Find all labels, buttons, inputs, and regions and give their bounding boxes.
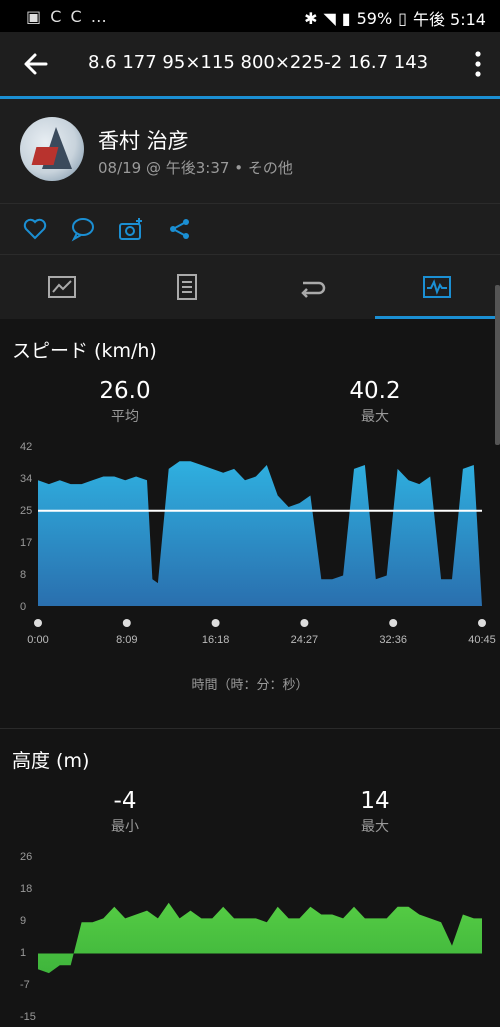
elevation-chart: 26 18 9 1 -7 -15: [20, 851, 482, 1023]
speed-max-value: 40.2: [349, 378, 401, 404]
speed-chart: 42 34 25 17 8 0 0:00 8:09 16:18 24:27 32:36 40:45: [20, 441, 496, 646]
battery-icon: ▯: [398, 8, 407, 28]
signal-icon: ▮: [341, 8, 351, 28]
y-tick-label: -15: [20, 1011, 36, 1023]
speed-max: 40.2 最大: [305, 378, 445, 426]
tab-stats[interactable]: [0, 255, 125, 319]
comment-icon[interactable]: [70, 216, 96, 242]
more-options-icon[interactable]: [474, 50, 482, 78]
x-tick-label: 24:27: [291, 634, 319, 646]
x-tick-marker: [300, 619, 309, 627]
elevation-max: 14 最大: [305, 788, 445, 836]
x-tick-marker: [34, 619, 42, 627]
y-tick-label: 1: [20, 947, 26, 959]
tab-details[interactable]: [125, 255, 250, 319]
document-icon: [177, 274, 197, 300]
speed-average: 26.0 平均: [55, 378, 195, 426]
tab-charts[interactable]: [375, 255, 500, 319]
notification-icons: ▣ C C …: [26, 7, 109, 26]
battery-percent: 59%: [356, 8, 393, 28]
share-icon[interactable]: [167, 216, 193, 242]
speed-xaxis-label: 時間（時：分：秒）: [191, 678, 309, 693]
back-arrow-icon[interactable]: [20, 48, 52, 80]
avatar[interactable]: [20, 117, 84, 181]
activity-meta: 08/19 @ 午後3:37 • その他: [98, 159, 293, 177]
stats-icon: [48, 276, 76, 298]
y-tick-label: 34: [20, 473, 32, 485]
y-tick-label: 18: [20, 883, 32, 895]
chart-series-area: [38, 461, 482, 606]
speed-average-value: 26.0: [99, 378, 151, 404]
y-tick-label: -7: [20, 979, 30, 991]
status-bar: ▣ C C … ✱ ◥ ▮ 59% ▯ 午後 5:14: [0, 0, 500, 32]
view-tabs: [0, 255, 500, 319]
x-tick-label: 32:36: [379, 634, 407, 646]
elevation-title: 高度 (m): [12, 750, 90, 772]
y-tick-label: 8: [20, 569, 26, 581]
bluetooth-icon: ✱: [304, 8, 318, 28]
elevation-min-value: -4: [113, 788, 137, 814]
speed-max-label: 最大: [361, 409, 389, 425]
chart-series-area: [38, 902, 482, 974]
elevation-min-label: 最小: [111, 819, 139, 835]
chart-icon: [423, 276, 451, 298]
y-tick-label: 9: [20, 915, 26, 927]
x-tick-label: 8:09: [116, 634, 137, 646]
y-tick-label: 17: [20, 537, 32, 549]
speed-average-label: 平均: [111, 409, 139, 425]
x-tick-marker: [478, 619, 486, 627]
clock: 午後 5:14: [412, 10, 486, 29]
x-tick-marker: [389, 619, 398, 627]
x-tick-marker: [211, 619, 220, 627]
add-photo-icon[interactable]: [118, 216, 144, 242]
elevation-max-label: 最大: [361, 819, 389, 835]
elevation-max-value: 14: [360, 788, 390, 814]
activity-title: 8.6 177 95×115 800×225-2 16.7 143: [88, 52, 429, 73]
laps-icon: [301, 281, 326, 298]
y-tick-label: 0: [20, 601, 26, 613]
profile-header: 香村 治彦 08/19 @ 午後3:37 • その他: [0, 99, 500, 204]
action-row: [0, 204, 500, 255]
x-tick-label: 0:00: [27, 634, 48, 646]
wifi-icon: ◥: [323, 8, 336, 28]
section-divider: [0, 728, 500, 729]
scrollbar[interactable]: [495, 285, 500, 445]
app-bar: 8.6 177 95×115 800×225-2 16.7 143: [0, 32, 500, 96]
y-tick-label: 25: [20, 505, 32, 517]
active-tab-indicator: [375, 316, 500, 319]
y-tick-label: 42: [20, 441, 32, 453]
x-tick-label: 16:18: [202, 634, 230, 646]
elevation-min: -4 最小: [55, 788, 195, 836]
tab-laps[interactable]: [250, 255, 375, 319]
speed-title: スピード (km/h): [12, 340, 157, 362]
heart-icon[interactable]: [22, 216, 48, 242]
x-tick-label: 40:45: [468, 634, 496, 646]
y-tick-label: 26: [20, 851, 32, 863]
user-name[interactable]: 香村 治彦: [98, 125, 189, 155]
x-tick-marker: [122, 619, 131, 627]
